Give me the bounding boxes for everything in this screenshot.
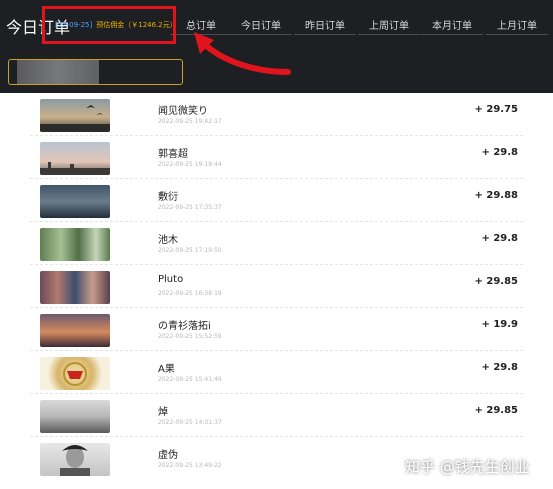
order-thumbnail — [40, 443, 110, 476]
order-customer-name: 闻见微笑り — [158, 106, 208, 117]
order-timestamp: 2022-09-25 14:31:37 — [158, 419, 222, 426]
order-timestamp: 2022-09-25 13:49:22 — [158, 462, 222, 469]
order-timestamp: 2022-09-25 17:19:50 — [158, 247, 222, 254]
order-customer-name: 池木 — [158, 235, 178, 246]
commission-date: [22-09-25] — [55, 21, 93, 29]
order-thumbnail — [40, 99, 110, 132]
order-thumbnail — [40, 228, 110, 261]
order-thumbnail — [40, 142, 110, 175]
order-thumbnail — [40, 185, 110, 218]
order-customer-name: 虚伪 — [158, 450, 178, 461]
order-thumbnail — [40, 400, 110, 433]
order-amount: + 29.8 — [481, 147, 518, 158]
order-timestamp: 2022-09-25 15:52:59 — [158, 333, 222, 340]
commission-highlight-box: [22-09-25] 预估佣金（￥1246.2元） — [42, 6, 177, 44]
order-amount: + 29.88 — [474, 190, 519, 201]
order-timestamp: 2022-09-25 19:42:17 — [158, 118, 222, 125]
order-timestamp: 2022-09-25 17:35:37 — [158, 204, 222, 211]
order-amount: + 29.85 — [474, 405, 519, 416]
list-item[interactable]: 池木 2022-09-25 17:19:50 + 29.8 — [0, 222, 553, 265]
tab-this-month-orders[interactable]: 本月订单 — [421, 17, 483, 32]
order-thumbnail — [40, 314, 110, 347]
order-amount: + 19.9 — [481, 319, 518, 330]
tab-last-month-orders[interactable]: 上月订单 — [486, 17, 548, 32]
order-customer-name: A果 — [158, 364, 175, 375]
header-bar: 今日订单 总订单 今日订单 昨日订单 上周订单 本月订单 上月订单 [22-09… — [0, 0, 553, 93]
order-amount: + 29.75 — [474, 104, 519, 115]
order-timestamp: 2022-09-25 15:41:49 — [158, 376, 222, 383]
tab-underline — [486, 34, 548, 35]
order-thumbnail — [40, 271, 110, 304]
order-customer-name: 郭喜超 — [158, 149, 188, 160]
order-thumbnail — [40, 357, 110, 390]
zhihu-watermark: 知乎 @钱先生创业 — [405, 458, 530, 476]
list-item[interactable]: の青衫落拓i 2022-09-25 15:52:59 + 19.9 — [0, 308, 553, 351]
list-item[interactable]: 敷衍 2022-09-25 17:35:37 + 29.88 — [0, 179, 553, 222]
list-item[interactable]: 闻见微笑り 2022-09-25 19:42:17 + 29.75 — [0, 93, 553, 136]
tab-underline — [294, 34, 356, 35]
order-customer-name: 焯 — [158, 407, 168, 418]
order-timestamp: 2022-09-25 19:19:44 — [158, 161, 222, 168]
order-customer-name: の青衫落拓i — [158, 321, 211, 332]
commission-summary: [22-09-25] 预估佣金（￥1246.2元） — [55, 20, 177, 30]
blurred-content — [17, 60, 99, 84]
tab-yesterday-orders[interactable]: 昨日订单 — [294, 17, 356, 32]
order-amount: + 29.8 — [481, 233, 518, 244]
red-arrow-annotation — [194, 32, 291, 75]
list-item[interactable]: Pluto 2022-09-25 16:38:19 + 29.85 — [0, 265, 553, 308]
list-item[interactable]: 焯 2022-09-25 14:31:37 + 29.85 — [0, 394, 553, 437]
tab-underline — [358, 34, 420, 35]
order-amount: + 29.8 — [481, 362, 518, 373]
order-customer-name: Pluto — [158, 274, 184, 285]
order-amount: + 29.85 — [474, 276, 519, 287]
tab-underline — [421, 34, 483, 35]
list-item[interactable]: A果 2022-09-25 15:41:49 + 29.8 — [0, 351, 553, 394]
tab-last-week-orders[interactable]: 上周订单 — [358, 17, 420, 32]
list-item[interactable]: 郭喜超 2022-09-25 19:19:44 + 29.8 — [0, 136, 553, 179]
order-timestamp: 2022-09-25 16:38:19 — [158, 290, 222, 297]
commission-amount: 预估佣金（￥1246.2元） — [96, 21, 177, 29]
order-customer-name: 敷衍 — [158, 192, 178, 203]
